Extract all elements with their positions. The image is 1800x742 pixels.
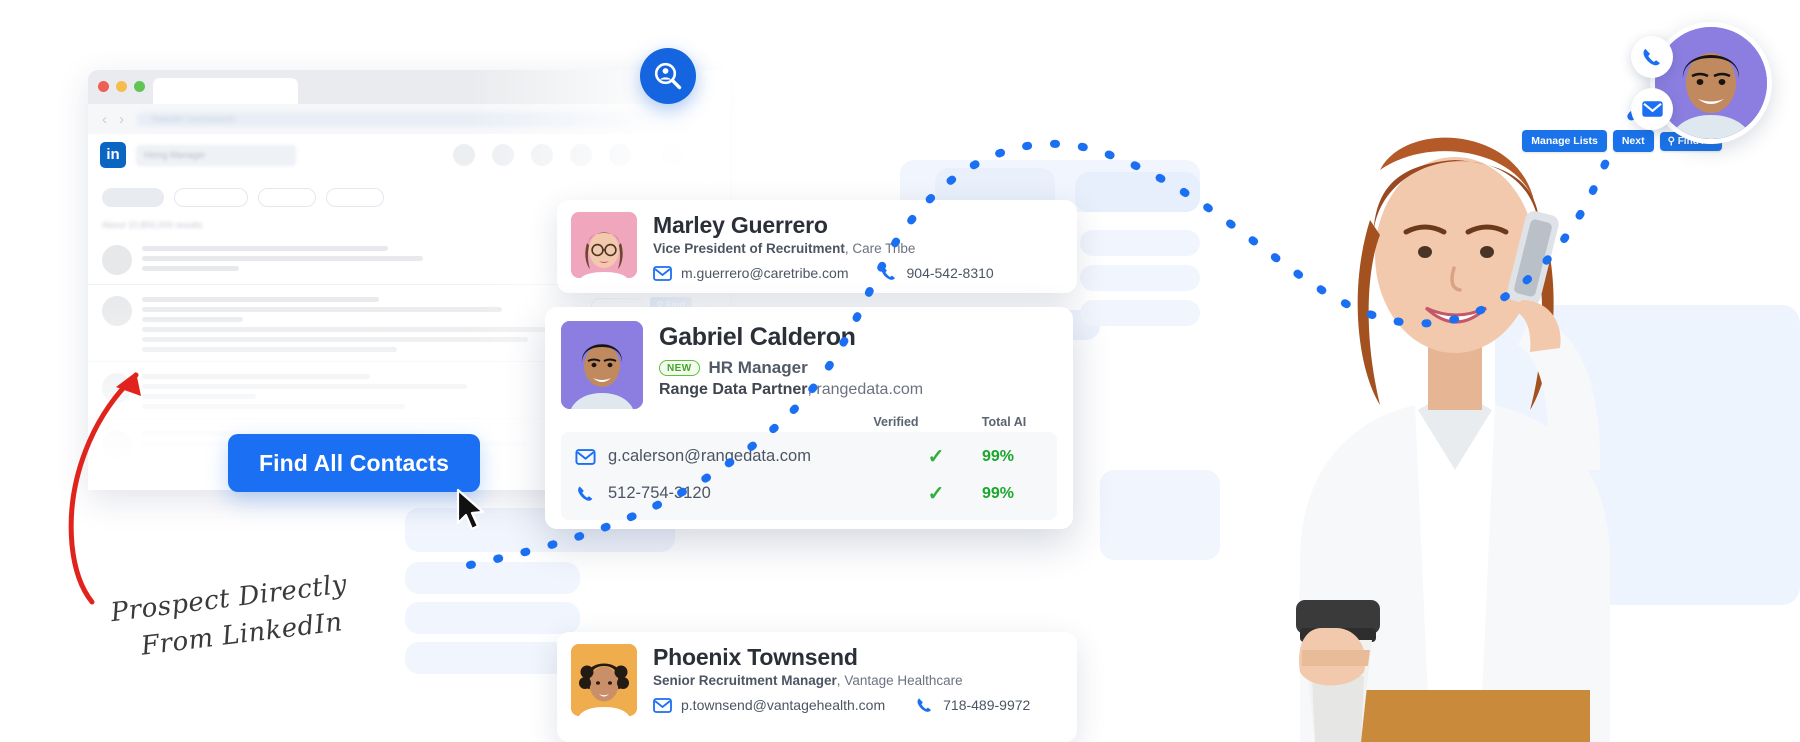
contact-title-text: Senior Recruitment Manager	[653, 673, 837, 689]
contact-card-phoenix[interactable]: Phoenix Townsend Senior Recruitment Mana…	[557, 632, 1077, 742]
minimize-window-icon[interactable]	[116, 80, 127, 92]
contact-company: Range Data Partner, rangedata.com	[659, 381, 924, 398]
person-search-icon	[640, 48, 696, 104]
column-header-verified: Verified	[873, 415, 919, 429]
bg-panel-7	[1080, 300, 1200, 326]
contact-name: Gabriel Calderon	[659, 323, 856, 351]
linkedin-logo-icon: in	[100, 142, 126, 168]
contact-title-text: HR Manager	[708, 358, 808, 377]
browser-url-row: ‹ › linkedin.com/search	[88, 104, 706, 134]
contact-name: Marley Guerrero	[653, 212, 828, 238]
contact-title-text: Vice President of Recruitment	[653, 241, 845, 257]
phone-icon	[917, 698, 932, 713]
mail-icon	[653, 698, 672, 713]
avatar	[561, 321, 643, 409]
contact-name: Phoenix Townsend	[653, 644, 858, 670]
contact-title: NEW HR Manager	[659, 358, 1055, 378]
contact-company: Vantage Healthcare	[844, 673, 963, 689]
phone-icon[interactable]	[1631, 36, 1673, 78]
row-skeleton-text	[142, 243, 581, 271]
browser-tab[interactable]	[153, 78, 298, 104]
avatar	[571, 212, 637, 278]
column-header-total-ai: Total AI	[981, 415, 1027, 429]
row-skeleton-text	[142, 294, 581, 352]
contact-email[interactable]: p.townsend@vantagehealth.com	[653, 697, 885, 713]
nav-account-icon[interactable]	[662, 144, 684, 166]
phone-icon	[881, 266, 895, 281]
contact-email[interactable]: m.guerrero@caretribe.com	[653, 265, 849, 281]
bg-panel-11	[405, 642, 580, 674]
contact-title: Senior Recruitment Manager, Vantage Heal…	[653, 673, 963, 689]
bg-panel-2	[1075, 172, 1200, 212]
bg-panel-5	[1080, 265, 1200, 291]
nav-jobs-icon[interactable]	[531, 144, 553, 166]
contact-phone-text: 718-489-9972	[943, 697, 1031, 714]
maximize-window-icon[interactable]	[134, 80, 145, 92]
table-row[interactable]: 512-754-3120 ✓ 99%	[561, 475, 1057, 512]
contact-phone[interactable]: 904-542-8310	[879, 264, 994, 282]
avatar	[102, 296, 132, 326]
contact-company-name: Range Data Partner	[659, 381, 808, 398]
verified-check-icon: ✓	[927, 483, 945, 505]
window-controls[interactable]	[98, 70, 145, 104]
contact-email-text: g.calerson@rangedata.com	[608, 447, 811, 465]
browser-titlebar	[88, 70, 706, 104]
contact-email-text: m.guerrero@caretribe.com	[681, 265, 849, 282]
avatar	[571, 644, 637, 716]
bg-panel-4	[1080, 230, 1200, 256]
linkedin-nav-icons	[453, 144, 694, 166]
filter-chip-1[interactable]	[102, 188, 164, 207]
total-ai-score: 99%	[981, 484, 1015, 502]
mail-icon	[575, 448, 596, 465]
find-all-contacts-button[interactable]: Find All Contacts	[228, 434, 480, 492]
contact-phone-text: 904-542-8310	[906, 265, 994, 282]
contact-card-marley[interactable]: Marley Guerrero Vice President of Recrui…	[557, 200, 1077, 293]
nav-home-icon[interactable]	[453, 144, 475, 166]
contact-card-gabriel[interactable]: Gabriel Calderon NEW HR Manager Range Da…	[545, 307, 1073, 529]
forward-icon[interactable]: ›	[119, 111, 124, 128]
contact-title: Vice President of Recruitment, Care Trib…	[653, 241, 916, 257]
mail-icon[interactable]	[1631, 88, 1673, 130]
filter-chip-3[interactable]	[258, 188, 316, 207]
contact-phone[interactable]: 718-489-9972	[915, 696, 1030, 714]
bg-panel-12	[1100, 470, 1220, 560]
hero-illustration: ‹ › linkedin.com/search in Hiring Manage…	[0, 0, 1800, 742]
magnifier-person-glyph	[654, 62, 682, 90]
linkedin-header: in Hiring Manager	[88, 134, 706, 176]
nav-notifications-icon[interactable]	[609, 144, 631, 166]
url-input[interactable]: linkedin.com/search	[136, 111, 692, 127]
mail-icon	[653, 266, 672, 281]
nav-messaging-icon[interactable]	[570, 144, 592, 166]
mouse-pointer-icon	[456, 488, 485, 531]
contact-columns-header: Verified Total AI	[545, 409, 1073, 432]
filter-chip-4[interactable]	[326, 188, 384, 207]
contact-email-text: p.townsend@vantagehealth.com	[681, 697, 886, 714]
status-badge: NEW	[659, 360, 700, 376]
contact-details-table: g.calerson@rangedata.com ✓ 99% 512-754-3…	[561, 432, 1057, 520]
close-window-icon[interactable]	[98, 80, 109, 92]
contact-company: Care Tribe	[852, 241, 916, 257]
curved-arrow-icon	[68, 372, 141, 605]
back-icon[interactable]: ‹	[102, 111, 107, 128]
nav-network-icon[interactable]	[492, 144, 514, 166]
verified-check-icon: ✓	[927, 446, 945, 468]
filter-chip-2[interactable]	[174, 188, 248, 207]
linkedin-search-input[interactable]: Hiring Manager	[136, 144, 296, 166]
contact-phone-text: 512-754-3120	[608, 484, 711, 502]
hero-photo	[1296, 137, 1610, 742]
table-row[interactable]: g.calerson@rangedata.com ✓ 99%	[561, 438, 1057, 475]
phone-icon	[578, 486, 593, 501]
avatar	[1650, 22, 1772, 144]
contact-website: rangedata.com	[816, 381, 924, 398]
total-ai-score: 99%	[981, 447, 1015, 465]
avatar	[102, 245, 132, 275]
